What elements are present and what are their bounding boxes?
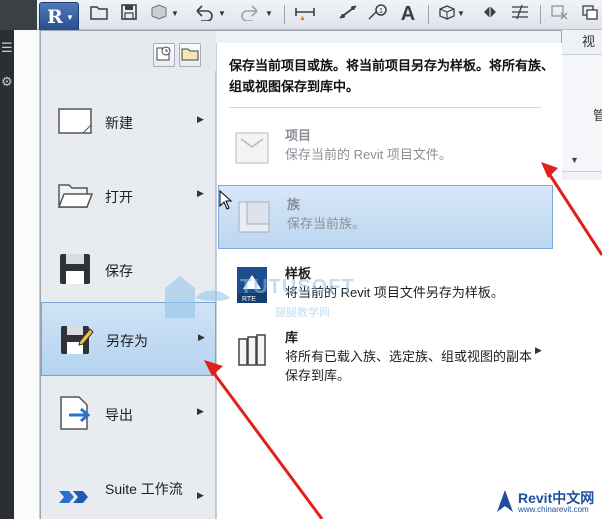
tab-view[interactable]: 视 <box>582 31 602 53</box>
menu-item-label: 打开 <box>105 189 133 205</box>
text-icon[interactable]: A <box>396 3 420 25</box>
watermark: TUTUSOFT 腿腿教学网 <box>155 268 375 328</box>
divider <box>229 107 541 108</box>
chevron-right-icon: ▶ <box>198 332 205 342</box>
site-logo: Revit中文网 www.chinarevit.com <box>490 486 602 519</box>
chevron-down-icon[interactable]: ▼ <box>570 155 579 165</box>
submenu-item-desc: 将所有已载入族、选定族、组或视图的副本保存到库。 <box>285 349 533 383</box>
submenu-item-title: 库 <box>285 330 299 345</box>
save-icon <box>60 254 90 284</box>
application-menu-button[interactable]: R ▼ <box>39 2 79 30</box>
thin-lines-icon[interactable] <box>508 3 532 25</box>
menu-item-label: 新建 <box>105 115 133 131</box>
submenu-item-library[interactable]: 库 将所有已载入族、选定族、组或视图的副本保存到库。 ▶ <box>217 319 554 395</box>
chevron-right-icon: ▶ <box>197 406 204 416</box>
revit-logo-icon <box>497 490 513 512</box>
sync-icon[interactable]: ▼ <box>148 3 180 25</box>
menu-item-label: 保存 <box>105 263 133 279</box>
close-hidden-windows-icon[interactable] <box>548 3 572 25</box>
gear-icon[interactable]: ⚙ <box>1 74 13 90</box>
menu-item-label: 另存为 <box>106 333 148 349</box>
ribbon-label: 管 <box>593 108 602 123</box>
recent-documents-button[interactable] <box>153 43 175 67</box>
svg-text:▼: ▼ <box>265 9 273 18</box>
submenu-item-desc: 保存当前的 Revit 项目文件。 <box>285 147 452 162</box>
submenu-item-title: 族 <box>287 197 301 212</box>
chevron-right-icon: ▶ <box>535 345 542 355</box>
open-folder-icon <box>57 184 93 208</box>
undo-icon[interactable]: ▼ <box>192 3 228 25</box>
tag-icon[interactable]: 1 <box>366 3 390 25</box>
new-document-icon <box>58 108 92 134</box>
menu-item-new[interactable]: 新建 ▶ <box>41 85 216 159</box>
mouse-cursor-icon <box>219 190 233 210</box>
save-icon[interactable] <box>118 3 140 25</box>
submenu-item-project[interactable]: 项目 保存当前的 Revit 项目文件。 <box>217 117 554 181</box>
export-icon <box>60 396 91 430</box>
menu-icon[interactable]: ☰ <box>1 40 13 56</box>
menu-item-label: 导出 <box>105 407 133 423</box>
watermark-text: TUTUSOFT <box>240 276 355 298</box>
save-as-icon <box>61 326 94 354</box>
3d-view-icon[interactable]: ▼ <box>436 3 466 25</box>
open-documents-button[interactable] <box>179 43 201 67</box>
svg-text:▼: ▼ <box>218 9 226 18</box>
window-edge <box>0 0 37 30</box>
menu-item-export[interactable]: 导出 ▶ <box>41 377 216 451</box>
svg-text:1: 1 <box>379 8 383 15</box>
menu-header <box>41 31 216 71</box>
quick-access-toolbar: R ▼ ▼ ▼ ▼ ▲ 1 A ▼ <box>0 0 602 30</box>
submenu-item-title: 项目 <box>285 128 312 143</box>
svg-text:▼: ▼ <box>171 9 179 18</box>
suite-workflows-icon <box>59 491 88 503</box>
project-file-icon <box>235 132 269 164</box>
aligned-dimension-icon[interactable] <box>336 3 360 25</box>
svg-text:▼: ▼ <box>457 9 465 18</box>
submenu-item-family[interactable]: 族 保存当前族。 <box>218 185 553 249</box>
submenu-item-desc: 保存当前族。 <box>287 216 366 231</box>
menu-item-suite-workflows[interactable]: Suite 工作流 ▶ <box>41 461 216 519</box>
left-dark-panel: ☰ ⚙ <box>0 30 14 519</box>
toolbar-separator <box>284 5 285 24</box>
chevron-right-icon: ▶ <box>197 188 204 198</box>
chevron-right-icon: ▶ <box>197 114 204 124</box>
measure-icon[interactable]: ▲ <box>292 3 318 25</box>
watermark-subtext: 腿腿教学网 <box>275 307 330 319</box>
menu-item-open[interactable]: 打开 ▶ <box>41 159 216 233</box>
toolbar-separator <box>540 5 541 24</box>
library-icon <box>238 334 266 366</box>
redo-icon[interactable]: ▼ <box>238 3 276 25</box>
switch-windows-icon[interactable] <box>578 3 602 25</box>
left-panel-edge <box>14 30 40 519</box>
menu-item-label: Suite 工作流 <box>105 481 183 497</box>
revit-logo-icon: R <box>47 6 63 28</box>
toolbar-separator <box>428 5 429 24</box>
chevron-down-icon: ▼ <box>66 13 74 22</box>
open-folder-icon[interactable] <box>88 3 110 25</box>
logo-url: www.chinarevit.com <box>518 505 589 514</box>
submenu-description: 保存当前项目或族。将当前项目另存为样板。将所有族、组或视图保存到库中。 <box>229 58 555 94</box>
chevron-right-icon: ▶ <box>197 490 204 500</box>
family-file-icon <box>238 201 270 233</box>
svg-text:▲: ▲ <box>299 15 306 21</box>
watermark-logo <box>165 276 230 318</box>
section-icon[interactable] <box>478 3 502 25</box>
